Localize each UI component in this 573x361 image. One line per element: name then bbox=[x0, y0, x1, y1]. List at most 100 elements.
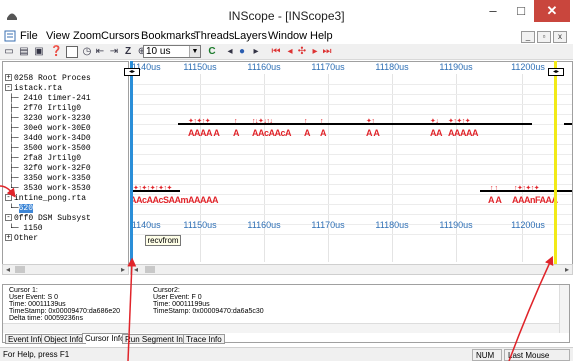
menu-layers[interactable]: Layers bbox=[234, 30, 267, 42]
tree-item[interactable]: ├─ 2f70 Irtilg0 bbox=[9, 104, 81, 114]
tree-item[interactable]: + Other bbox=[5, 234, 38, 244]
record-icon[interactable]: ● bbox=[236, 46, 248, 58]
event-labels[interactable]: A A bbox=[366, 129, 380, 138]
tab-run-segment-info[interactable]: Run Segment Info bbox=[122, 334, 193, 344]
status-last-mouse: Last Mouse bbox=[504, 349, 570, 361]
time-tick: 11190us bbox=[439, 62, 473, 72]
cursor1-event: User Event: S 0 bbox=[9, 294, 59, 301]
close-button[interactable]: ✕ bbox=[534, 0, 570, 22]
minimize-button[interactable]: – bbox=[480, 0, 506, 22]
event-arrows: ↑ bbox=[234, 118, 238, 125]
nav-right-icon[interactable]: ▸ bbox=[250, 46, 262, 58]
event-arrows: ↑ bbox=[304, 118, 308, 125]
toolbar: ▭ ▤ ▣ ❓ ◷ ⇤ ⇥ Z ⊕ ⊖ C ◂ ● ▸ ⏮ ◂ ✣ ▸ ⏭ bbox=[0, 44, 573, 60]
tree-item[interactable]: ├─ 32f0 work-32F0 bbox=[9, 164, 91, 174]
next-event-icon[interactable]: ▸ bbox=[309, 46, 321, 58]
event-labels[interactable]: AAAnFAAA bbox=[512, 196, 558, 205]
tree-item[interactable]: ├─ 3230 work-3230 bbox=[9, 114, 91, 124]
collapse-icon[interactable]: - bbox=[5, 214, 12, 222]
status-help-text: For Help, press F1 bbox=[3, 350, 70, 359]
cursor1-delta: Delta time: 00059236ns bbox=[9, 315, 83, 322]
cursor-1-line[interactable] bbox=[130, 61, 133, 275]
scroll-thumb[interactable] bbox=[15, 266, 25, 273]
event-labels[interactable]: A A bbox=[488, 196, 502, 205]
tree-item[interactable]: +0258 Root Proces bbox=[5, 74, 91, 84]
tab-object-info[interactable]: Object Info bbox=[41, 334, 86, 344]
tree-item-selected[interactable]: 620 bbox=[18, 204, 34, 213]
cursor-2-handle-icon[interactable]: ◂▸ bbox=[548, 68, 564, 76]
tree-item[interactable]: ├─ 2fa8 Jrtilg0 bbox=[9, 154, 81, 164]
tree-item[interactable]: ├─ 3500 work-3500 bbox=[9, 144, 91, 154]
event-labels[interactable]: A bbox=[233, 129, 240, 138]
event-filter-icon[interactable]: ✣ bbox=[296, 46, 308, 58]
menu-threads[interactable]: Threads bbox=[194, 30, 234, 42]
scroll-right-icon[interactable]: ▸ bbox=[562, 265, 572, 275]
scroll-thumb[interactable] bbox=[145, 266, 155, 273]
tree-item[interactable]: -0ff0 DSM Subsyst bbox=[5, 214, 91, 224]
tree-item[interactable]: - istack.rta bbox=[5, 84, 62, 94]
event-arrows: ↑ ↑ bbox=[490, 185, 498, 192]
prev-event-icon[interactable]: ◂ bbox=[284, 46, 296, 58]
last-event-icon[interactable]: ⏭ bbox=[321, 46, 333, 58]
tree-item[interactable]: ├─ 34d0 work-34D0 bbox=[9, 134, 91, 144]
color-icon[interactable]: C bbox=[206, 46, 218, 58]
maximize-button[interactable]: □ bbox=[508, 0, 534, 22]
expand-icon[interactable]: + bbox=[5, 234, 12, 242]
timeline-scrollbar[interactable]: ◂ ▸ bbox=[130, 264, 573, 275]
tree-item[interactable]: └─ 1150 bbox=[9, 224, 43, 234]
open-icon[interactable]: ▤ bbox=[18, 46, 30, 58]
first-event-icon[interactable]: ⏮ bbox=[270, 46, 282, 58]
event-labels[interactable]: AAcAAcA bbox=[252, 129, 292, 138]
menu-view[interactable]: View bbox=[46, 30, 70, 42]
zoom-select[interactable]: 10 us ▼ bbox=[143, 45, 201, 58]
scroll-left-icon[interactable]: ◂ bbox=[3, 265, 13, 275]
collapse-icon[interactable]: - bbox=[5, 84, 12, 92]
collapse-icon[interactable]: - bbox=[5, 194, 12, 202]
event-arrows: ↑↓✦↓↑↓ bbox=[252, 118, 273, 125]
menu-cursors[interactable]: Cursors bbox=[101, 30, 140, 42]
event-labels[interactable]: AAAAA bbox=[448, 129, 479, 138]
cursor-left-icon[interactable]: ⇤ bbox=[94, 46, 106, 58]
save-icon[interactable]: ▣ bbox=[33, 46, 45, 58]
scroll-right-icon[interactable]: ▸ bbox=[118, 265, 128, 275]
tab-trace-info[interactable]: Trace Info bbox=[183, 334, 225, 344]
event-labels[interactable]: A bbox=[304, 129, 311, 138]
cursor-right-icon[interactable]: ⇥ bbox=[108, 46, 120, 58]
mdi-close-button[interactable]: x bbox=[553, 31, 567, 43]
menu-bookmarks[interactable]: Bookmarks bbox=[141, 30, 196, 42]
menu-help[interactable]: Help bbox=[310, 30, 333, 42]
tree-item[interactable]: ├─ 2410 timer-241 bbox=[9, 94, 91, 104]
nav-left-icon[interactable]: ◂ bbox=[224, 46, 236, 58]
info-scrollbar[interactable] bbox=[559, 285, 569, 333]
expand-icon[interactable]: + bbox=[5, 74, 12, 82]
mdi-restore-button[interactable]: ▫ bbox=[537, 31, 551, 43]
tree-item[interactable]: ├─ 3350 work-3350 bbox=[9, 174, 91, 184]
menu-zoom[interactable]: Zoom bbox=[73, 30, 101, 42]
tree-item[interactable]: └─ 3530 work-3530 bbox=[9, 184, 91, 194]
clock-icon[interactable]: ◷ bbox=[81, 46, 93, 58]
document-icon[interactable] bbox=[4, 30, 16, 42]
event-labels[interactable]: AAcAAcSAAmAAAAA bbox=[130, 196, 219, 205]
menu-file[interactable]: File bbox=[20, 30, 38, 42]
event-labels[interactable]: A bbox=[320, 129, 327, 138]
cursor-1-handle-icon[interactable]: ◂▸ bbox=[124, 68, 140, 76]
tree-scrollbar[interactable]: ◂ ▸ bbox=[2, 264, 129, 275]
scroll-left-icon[interactable]: ◂ bbox=[131, 265, 141, 275]
event-labels[interactable]: AA bbox=[430, 129, 443, 138]
cursor-2-line[interactable] bbox=[554, 61, 557, 275]
event-labels[interactable]: AAAA A bbox=[188, 129, 220, 138]
zoom-fit-icon[interactable]: Z bbox=[122, 46, 134, 58]
info-hscrollbar[interactable] bbox=[3, 323, 559, 333]
select-icon[interactable] bbox=[66, 46, 78, 58]
tab-cursor-info[interactable]: Cursor Info bbox=[82, 333, 128, 343]
mdi-minimize-button[interactable]: _ bbox=[521, 31, 535, 43]
new-icon[interactable]: ▭ bbox=[3, 46, 15, 58]
event-arrows: ✦↑ bbox=[366, 118, 375, 125]
help-icon[interactable]: ❓ bbox=[50, 46, 62, 58]
timeline-view[interactable]: 11140us 11150us 11160us 11170us 11180us … bbox=[130, 61, 573, 275]
event-arrows: ↑✦↑✦↑✦↑✦↑✦ bbox=[130, 185, 172, 192]
menu-window[interactable]: Window bbox=[268, 30, 307, 42]
tree-item[interactable]: └─620 bbox=[9, 204, 34, 214]
tree-item[interactable]: - intine_pong.rta bbox=[5, 194, 86, 204]
tree-item[interactable]: ├─ 30e0 work-30E0 bbox=[9, 124, 91, 134]
